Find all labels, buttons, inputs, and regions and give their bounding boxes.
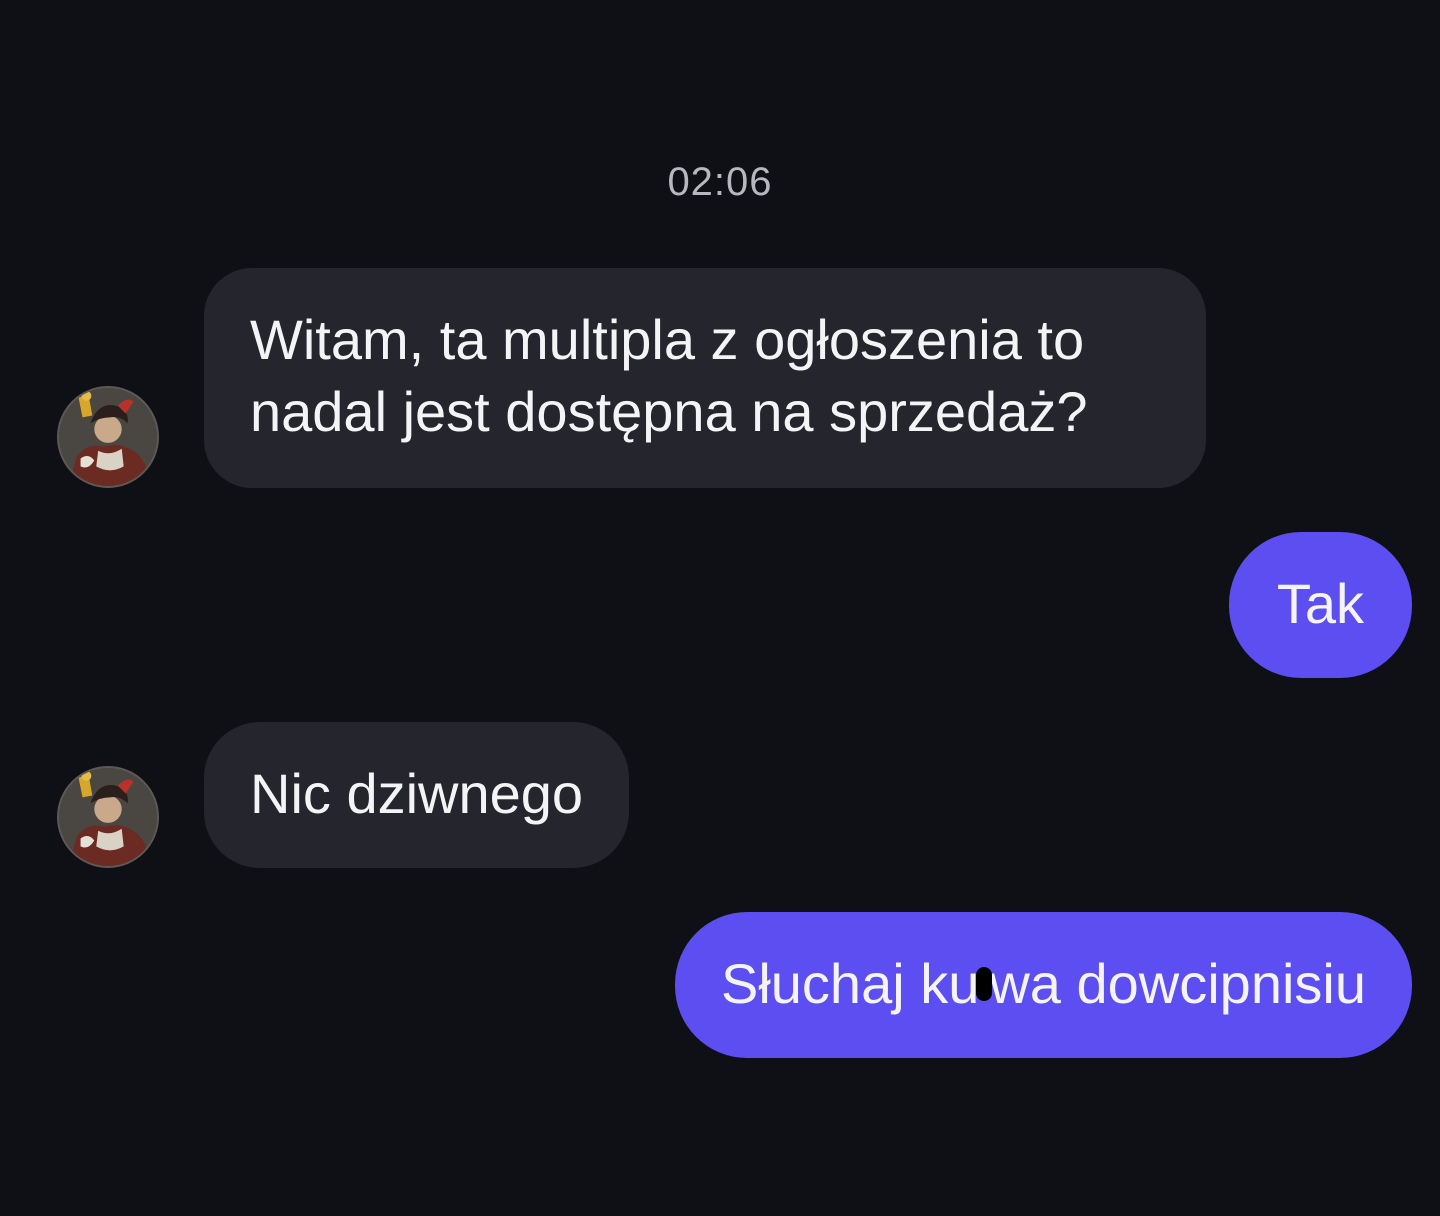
message-bubble-incoming[interactable]: Nic dziwnego [204, 722, 630, 868]
message-text: Nic dziwnego [250, 762, 584, 825]
message-text-part: Słuchaj ku [720, 952, 980, 1015]
redaction-mark [976, 967, 993, 1002]
jester-portrait-avatar-icon [59, 388, 157, 486]
message-text-line: nadal jest dostępna na sprzedaż? [250, 380, 1088, 443]
message-timestamp: 02:06 [667, 160, 773, 204]
message-bubble-outgoing[interactable]: Słuchaj ku wa dowcipnisiu [674, 912, 1412, 1058]
contact-avatar[interactable] [57, 386, 159, 488]
message-bubble-incoming[interactable]: Witam, ta multipla z ogłoszenia to nadal… [204, 268, 1206, 488]
message-text: Tak [1276, 572, 1364, 635]
message-text-line: Witam, ta multipla z ogłoszenia to [250, 308, 1085, 371]
message-text-part: wa dowcipnisiu [989, 952, 1366, 1015]
message-bubble-outgoing[interactable]: Tak [1228, 532, 1412, 678]
jester-portrait-avatar-icon [59, 768, 157, 866]
contact-avatar[interactable] [57, 766, 159, 868]
